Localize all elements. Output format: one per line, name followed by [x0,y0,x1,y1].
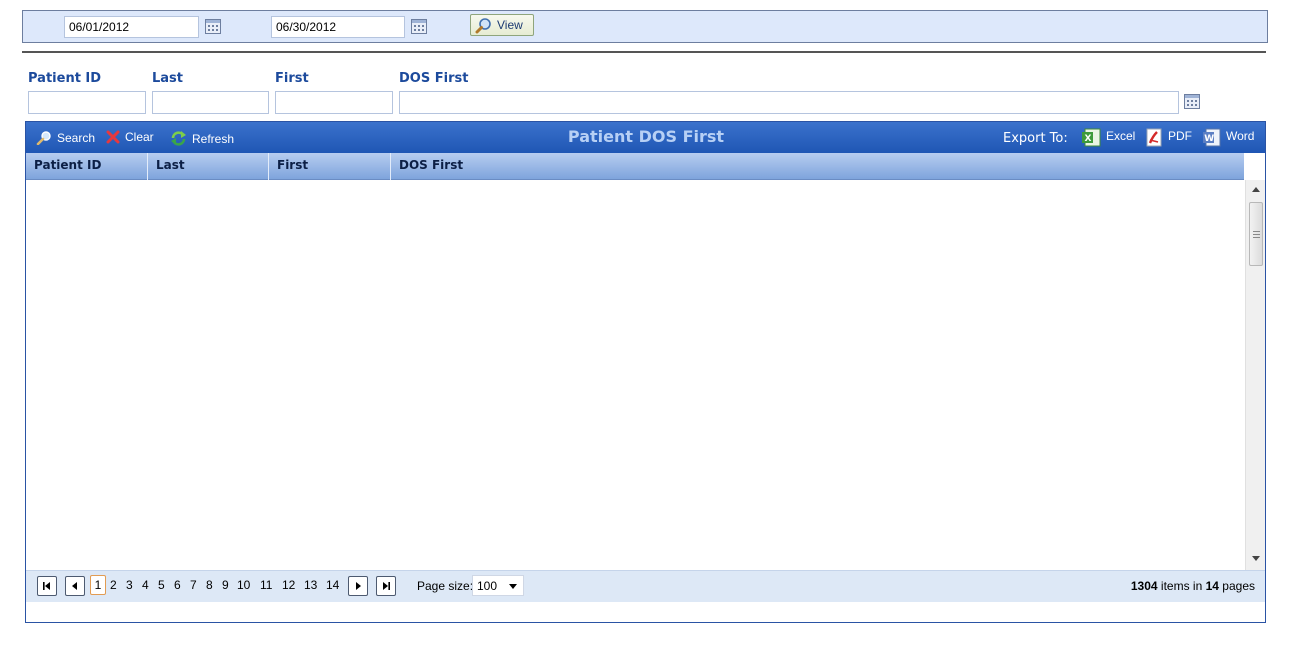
page-link[interactable]: 11 [260,578,272,592]
export-pdf-button[interactable]: PDF [1145,128,1192,147]
view-button[interactable]: View [470,14,534,36]
vertical-scrollbar[interactable] [1245,180,1265,570]
page-size-value: 100 [477,579,498,593]
scroll-down-arrow-icon[interactable] [1252,556,1260,561]
filter-input-last[interactable] [152,91,269,114]
start-calendar-icon[interactable] [205,19,221,34]
items-in-text: items in [1160,579,1203,593]
page-link[interactable]: 6 [174,578,181,592]
filter-label-last: Last [152,71,184,86]
svg-text:W: W [1204,134,1214,144]
filter-input-first[interactable] [275,91,393,114]
excel-label: Excel [1106,129,1136,143]
view-button-label: View [497,18,523,32]
start-date-input[interactable]: 06/01/2012 [64,16,199,38]
grid-pager: 1 2 3 4 5 6 7 8 9 10 11 12 13 14 Page si… [26,570,1265,602]
excel-icon: X [1082,128,1101,147]
page-link[interactable]: 12 [282,578,295,592]
current-page[interactable]: 1 [90,575,106,595]
svg-text:X: X [1085,134,1092,144]
page-link[interactable]: 7 [190,578,197,592]
dropdown-arrow-icon [509,584,517,589]
total-items: 1304 [1130,579,1158,593]
magnifier-icon [475,18,491,34]
first-page-icon [43,582,50,590]
date-range-bar: 06/01/2012 06/30/2012 View [22,10,1268,43]
page-link[interactable]: 9 [222,578,229,592]
column-header-dos-first[interactable]: DOS First [391,153,1244,180]
previous-page-icon [72,582,77,590]
last-page-icon [383,582,390,590]
items-summary: 1304 items in 14 pages [1131,579,1255,593]
pdf-label: PDF [1168,129,1192,143]
refresh-icon [171,131,186,146]
search-toolbar-button[interactable]: Search [36,130,95,146]
page-link[interactable]: 8 [206,578,213,592]
page-link[interactable]: 5 [158,578,165,592]
pdf-icon [1146,128,1162,147]
filter-input-dos-first[interactable] [399,91,1179,114]
page-link[interactable]: 3 [126,578,133,592]
horizontal-divider [22,51,1266,53]
export-excel-button[interactable]: X Excel [1081,128,1136,147]
pages-text: pages [1222,579,1255,593]
refresh-toolbar-button[interactable]: Refresh [170,130,234,146]
word-icon: W [1203,128,1221,147]
page-size-select[interactable]: 100 [472,575,524,596]
filter-label-dos-first: DOS First [399,71,469,86]
search-icon [36,131,51,146]
column-header-row: Patient ID Last First DOS First [26,153,1244,180]
export-to-label: Export To: [1003,131,1068,146]
previous-page-button[interactable] [65,576,85,596]
column-header-last[interactable]: Last [148,153,269,180]
total-pages: 14 [1205,579,1219,593]
clear-toolbar-button[interactable]: Clear [106,130,154,146]
last-page-button[interactable] [376,576,396,596]
dos-calendar-icon[interactable] [1184,94,1200,109]
clear-x-icon [106,130,120,144]
first-page-button[interactable] [37,576,57,596]
next-page-button[interactable] [348,576,368,596]
grid-title: Patient DOS First [567,127,725,146]
patient-grid: Search Clear Refresh Patient DOS First E… [25,121,1266,623]
page-link[interactable]: 14 [326,578,339,592]
refresh-label: Refresh [192,132,235,146]
page-link[interactable]: 13 [304,578,317,592]
clear-label: Clear [125,130,154,144]
filter-label-patient-id: Patient ID [28,71,102,86]
column-header-first[interactable]: First [269,153,391,180]
end-calendar-icon[interactable] [411,19,427,34]
word-label: Word [1226,129,1255,143]
grid-body [26,180,1244,570]
end-date-input[interactable]: 06/30/2012 [271,16,405,38]
page-link[interactable]: 10 [237,578,250,592]
page-link[interactable]: 4 [142,578,149,592]
column-header-patient-id[interactable]: Patient ID [26,153,148,180]
next-page-icon [356,582,361,590]
filter-label-first: First [275,71,309,86]
grid-toolbar: Search Clear Refresh Patient DOS First E… [26,122,1265,153]
export-word-button[interactable]: W Word [1202,128,1255,147]
scroll-thumb[interactable] [1249,202,1263,266]
filter-input-patient-id[interactable] [28,91,146,114]
page-size-label: Page size: [417,579,474,593]
page-link[interactable]: 2 [110,578,117,592]
scroll-up-arrow-icon[interactable] [1252,187,1260,192]
search-label: Search [57,131,96,145]
